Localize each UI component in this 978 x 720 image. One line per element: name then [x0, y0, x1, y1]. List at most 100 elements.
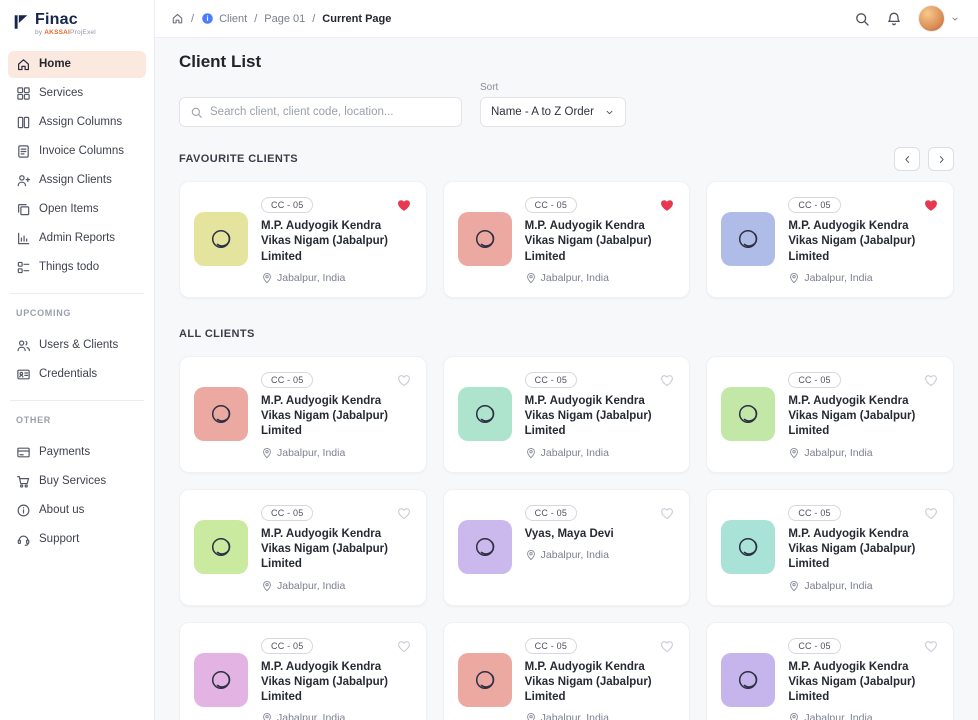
client-card[interactable]: CC - 05 M.P. Audyogik Kendra Vikas Nigam…	[706, 488, 954, 606]
client-location: Jabalpur, India	[261, 272, 412, 284]
client-card[interactable]: CC - 05 M.P. Audyogik Kendra Vikas Nigam…	[442, 181, 691, 298]
sidebar-item-buy-services[interactable]: Buy Services	[8, 468, 146, 495]
client-card[interactable]: CC - 05 M.P. Audyogik Kendra Vikas Nigam…	[179, 181, 427, 298]
client-logo-icon	[732, 398, 764, 430]
bell-icon[interactable]	[886, 11, 902, 27]
client-card-toprow: CC - 05	[788, 371, 939, 388]
credentials-icon	[16, 367, 31, 382]
sidebar-item-label: Payments	[39, 446, 91, 458]
client-location: Jabalpur, India	[261, 580, 412, 592]
favourite-heart-icon[interactable]	[923, 505, 939, 521]
sidebar-section-other: OTHER	[16, 414, 51, 425]
client-card[interactable]: CC - 05 M.P. Audyogik Kendra Vikas Nigam…	[179, 488, 427, 606]
location-pin-icon	[788, 272, 800, 284]
sidebar-item-users-clients[interactable]: Users & Clients	[8, 332, 146, 359]
favourite-heart-icon[interactable]	[659, 372, 675, 388]
byline-accent: AKSSAI	[44, 29, 71, 36]
home-icon[interactable]	[171, 12, 184, 25]
client-avatar	[194, 387, 248, 442]
location-pin-icon	[788, 712, 800, 720]
client-logo-icon	[732, 223, 764, 255]
client-avatar	[721, 520, 776, 575]
client-code-badge: CC - 05	[788, 637, 841, 654]
client-card-body: CC - 05 M.P. Audyogik Kendra Vikas Nigam…	[524, 637, 676, 720]
client-card-body: CC - 05 M.P. Audyogik Kendra Vikas Nigam…	[524, 371, 676, 459]
search-icon[interactable]	[854, 11, 870, 27]
sidebar-item-admin-reports[interactable]: Admin Reports	[8, 225, 146, 252]
things-todo-icon	[16, 260, 31, 275]
admin-reports-icon	[16, 231, 31, 246]
favourite-heart-icon[interactable]	[923, 638, 939, 654]
client-search-input[interactable]	[210, 106, 451, 118]
breadcrumb-client[interactable]: Client	[201, 12, 247, 25]
client-card-toprow: CC - 05	[788, 504, 939, 521]
favourite-heart-icon[interactable]	[396, 505, 412, 521]
client-card-body: CC - 05 M.P. Audyogik Kendra Vikas Nigam…	[261, 197, 412, 284]
client-name: M.P. Audyogik Kendra Vikas Nigam (Jabalp…	[261, 660, 388, 704]
home-icon	[16, 57, 31, 72]
client-logo-icon	[469, 664, 501, 696]
sidebar-item-credentials[interactable]: Credentials	[8, 361, 146, 388]
client-card[interactable]: CC - 05 M.P. Audyogik Kendra Vikas Nigam…	[179, 621, 427, 720]
favourites-next-button[interactable]	[928, 147, 954, 171]
sidebar-item-payments[interactable]: Payments	[8, 439, 146, 466]
client-logo-icon	[732, 531, 764, 563]
favourite-heart-icon[interactable]	[396, 197, 412, 213]
sort-select[interactable]: Name - A to Z Order	[480, 97, 626, 127]
favourite-heart-icon[interactable]	[659, 197, 675, 213]
client-card[interactable]: CC - 05 M.P. Audyogik Kendra Vikas Nigam…	[179, 355, 427, 473]
byline-by: by	[35, 29, 43, 36]
client-name: M.P. Audyogik Kendra Vikas Nigam (Jabalp…	[524, 660, 652, 704]
breadcrumb-current-page: Current Page	[322, 12, 392, 25]
client-card[interactable]: CC - 05 M.P. Audyogik Kendra Vikas Nigam…	[706, 355, 954, 473]
favourite-clients-heading: FAVOURITE CLIENTS	[179, 153, 299, 165]
client-card[interactable]: CC - 05 M.P. Audyogik Kendra Vikas Nigam…	[442, 621, 691, 720]
client-location-text: Jabalpur, India	[277, 271, 346, 284]
favourite-heart-icon[interactable]	[396, 372, 412, 388]
favourite-heart-icon[interactable]	[659, 638, 675, 654]
all-clients-section-head: ALL CLIENTS	[179, 322, 954, 346]
favourite-heart-icon[interactable]	[923, 197, 939, 213]
client-card-body: CC - 05 M.P. Audyogik Kendra Vikas Nigam…	[261, 371, 412, 459]
location-pin-icon	[261, 580, 273, 592]
user-menu[interactable]	[918, 5, 960, 32]
sidebar-item-things-todo[interactable]: Things todo	[8, 254, 146, 281]
breadcrumb-page-01[interactable]: Page 01	[264, 13, 305, 25]
sidebar-item-home[interactable]: Home	[8, 50, 146, 78]
chevron-right-icon	[936, 154, 947, 165]
finac-logo-icon	[12, 13, 30, 31]
client-card[interactable]: CC - 05 M.P. Audyogik Kendra Vikas Nigam…	[442, 355, 691, 473]
favourite-heart-icon[interactable]	[659, 505, 675, 521]
favourite-heart-icon[interactable]	[923, 372, 939, 388]
chevron-down-icon	[604, 107, 615, 118]
sidebar-item-services[interactable]: Services	[8, 80, 146, 107]
client-card[interactable]: CC - 05 M.P. Audyogik Kendra Vikas Nigam…	[706, 621, 954, 720]
client-location-text: Jabalpur, India	[277, 712, 346, 720]
client-location: Jabalpur, India	[525, 549, 676, 561]
favourites-pager	[894, 147, 954, 171]
topbar-actions	[854, 5, 960, 32]
favourite-heart-icon[interactable]	[396, 638, 412, 654]
sidebar-item-open-items[interactable]: Open Items	[8, 196, 146, 223]
sidebar-item-invoice-columns[interactable]: Invoice Columns	[8, 138, 146, 165]
client-location-text: Jabalpur, India	[277, 446, 346, 459]
brand-name: Finac	[35, 11, 78, 28]
sidebar-item-assign-columns[interactable]: Assign Columns	[8, 109, 146, 136]
client-card-body: CC - 05 M.P. Audyogik Kendra Vikas Nigam…	[261, 637, 412, 720]
sidebar-item-support[interactable]: Support	[8, 526, 146, 553]
sidebar-item-about-us[interactable]: About us	[8, 497, 146, 524]
favourites-prev-button[interactable]	[894, 147, 920, 171]
client-name: M.P. Audyogik Kendra Vikas Nigam (Jabalp…	[261, 394, 388, 438]
client-location: Jabalpur, India	[788, 272, 939, 284]
sidebar-item-assign-clients[interactable]: Assign Clients	[8, 167, 146, 194]
client-location-text: Jabalpur, India	[804, 271, 873, 284]
client-location-text: Jabalpur, India	[540, 446, 609, 459]
breadcrumb-separator: /	[254, 12, 258, 25]
client-search	[179, 97, 462, 127]
chevron-down-icon	[950, 14, 960, 24]
favourite-clients-grid: CC - 05 M.P. Audyogik Kendra Vikas Nigam…	[179, 181, 954, 298]
client-location-text: Jabalpur, India	[277, 579, 346, 592]
client-card[interactable]: CC - 05 M.P. Audyogik Kendra Vikas Nigam…	[706, 181, 954, 298]
breadcrumb: / Client / Page 01 / Current Page	[171, 12, 391, 25]
client-card[interactable]: CC - 05 Vyas, Maya Devi Jabalpur, India	[442, 488, 691, 606]
